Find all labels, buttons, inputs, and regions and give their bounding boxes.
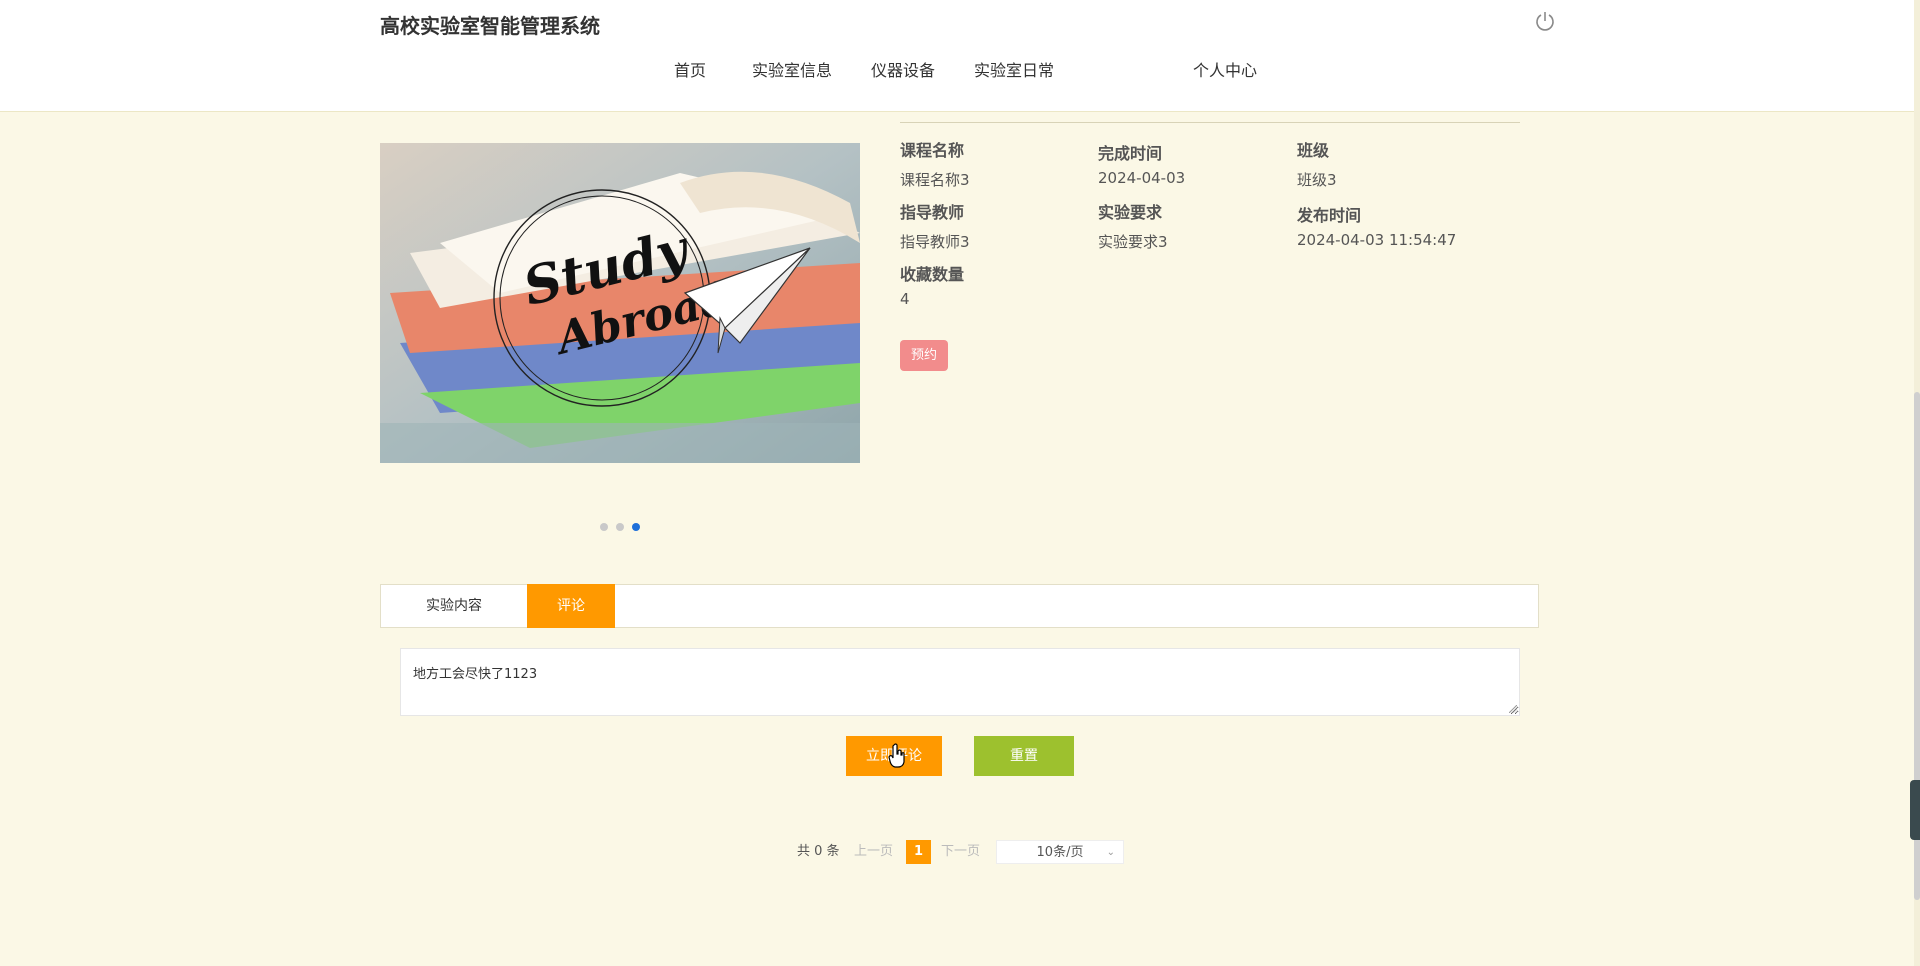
main-nav: 首页 实验室信息 仪器设备 实验室日常 实验课程 个人中心	[0, 45, 1920, 97]
course-name-label: 课程名称	[900, 141, 965, 160]
publish-time-value: 2024-04-03 11:54:47	[1297, 231, 1457, 249]
course-image-carousel[interactable]: Study Abroad	[380, 143, 860, 463]
comment-input-value: 地方工会尽快了1123	[413, 667, 538, 682]
favorites-label: 收藏数量	[900, 265, 965, 284]
nav-item-lab-daily[interactable]: 实验室日常	[970, 45, 1058, 97]
page-size-select[interactable]: 10条/页 ⌄	[996, 840, 1124, 864]
reset-button[interactable]: 重置	[974, 736, 1074, 776]
finish-time-label: 完成时间	[1098, 144, 1163, 163]
pagination-total: 共 0 条	[797, 844, 840, 859]
carousel-dot-active[interactable]	[632, 523, 640, 531]
favorites-value: 4	[900, 290, 910, 308]
class-label: 班级	[1297, 141, 1330, 160]
comment-input[interactable]: 地方工会尽快了1123	[400, 648, 1520, 716]
publish-time-label: 发布时间	[1297, 206, 1362, 225]
class-value: 班级3	[1297, 171, 1337, 189]
hand-cursor-icon	[888, 743, 905, 768]
requirement-value: 实验要求3	[1098, 233, 1168, 251]
requirement-label: 实验要求	[1098, 203, 1163, 222]
pagination-prev[interactable]: 上一页	[854, 840, 893, 864]
carousel-dot[interactable]	[600, 523, 608, 531]
page-size-value: 10条/页	[1036, 845, 1084, 860]
course-name-value: 课程名称3	[900, 171, 970, 189]
teacher-value: 指导教师3	[900, 233, 970, 251]
carousel-dot[interactable]	[616, 523, 624, 531]
nav-item-lab-info[interactable]: 实验室信息	[748, 45, 836, 97]
nav-item-lab-courses[interactable]: 实验课程	[1079, 45, 1167, 97]
content-tabs: 实验内容 评论	[380, 584, 1539, 628]
tab-comments[interactable]: 评论	[527, 584, 615, 628]
resize-grip-icon[interactable]	[1509, 705, 1517, 713]
pagination-next[interactable]: 下一页	[941, 840, 980, 864]
nav-item-equipment[interactable]: 仪器设备	[868, 45, 938, 97]
header: 高校实验室智能管理系统 首页 实验室信息 仪器设备 实验室日常 实验课程 个人中…	[0, 0, 1920, 112]
pagination-current-page[interactable]: 1	[906, 840, 931, 864]
pagination: 共 0 条 上一页 1 下一页 10条/页 ⌄	[0, 840, 1920, 864]
finish-time-value: 2024-04-03	[1098, 169, 1186, 187]
teacher-label: 指导教师	[900, 203, 965, 222]
carousel-slide-image: Study Abroad	[380, 143, 860, 463]
reserve-button[interactable]: 预约	[900, 340, 948, 371]
nav-item-home[interactable]: 首页	[668, 45, 712, 97]
tab-lab-content[interactable]: 实验内容	[381, 584, 527, 628]
side-widget-tab[interactable]	[1910, 780, 1920, 840]
power-icon[interactable]	[1534, 10, 1556, 32]
details-divider	[900, 122, 1520, 123]
nav-item-personal-center[interactable]: 个人中心	[1190, 45, 1260, 97]
chevron-down-icon: ⌄	[1106, 847, 1115, 858]
app-title: 高校实验室智能管理系统	[380, 14, 600, 38]
